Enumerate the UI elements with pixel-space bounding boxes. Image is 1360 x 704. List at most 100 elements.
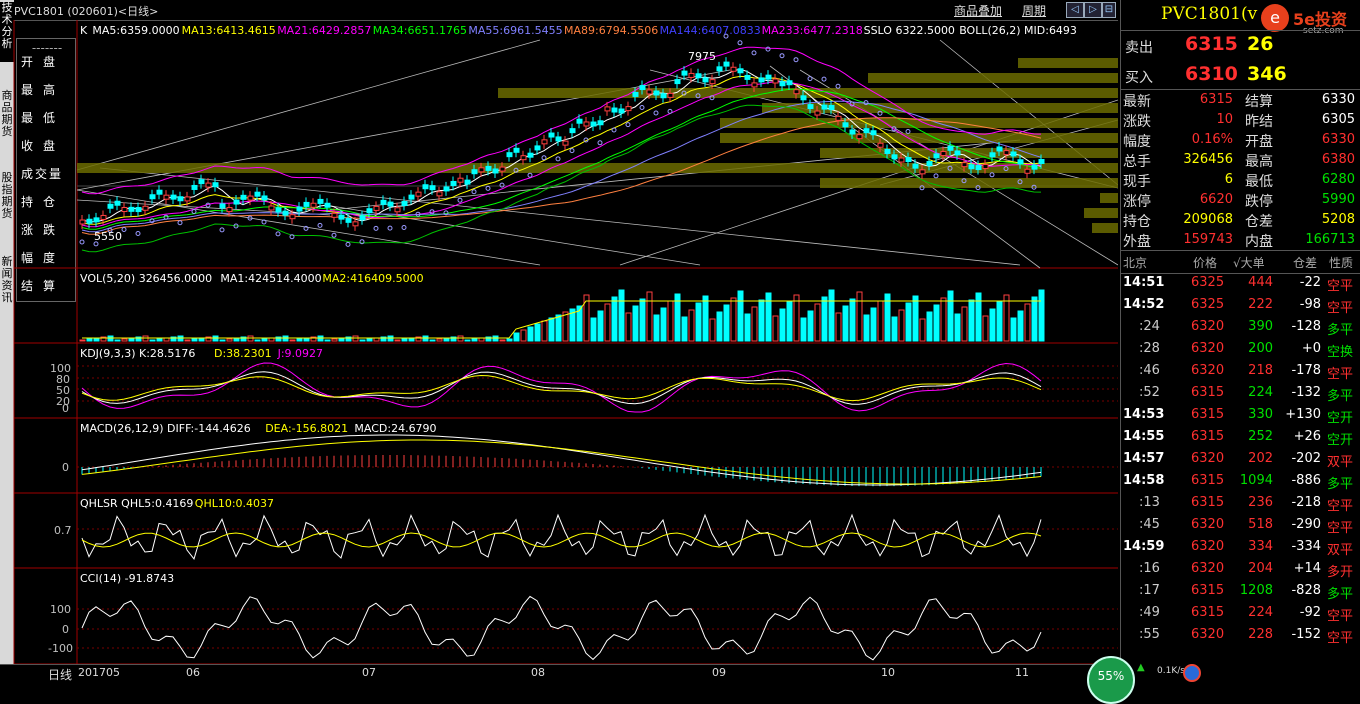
legend-item: K <box>80 24 88 37</box>
candle-body <box>191 184 198 190</box>
candle-body <box>940 151 947 157</box>
candle-body <box>891 154 898 160</box>
candle-body <box>100 214 107 220</box>
sar-dot <box>401 225 407 230</box>
sar-dot <box>639 105 645 110</box>
high-price-label: 7975 <box>688 50 716 63</box>
volume-bar <box>695 302 702 342</box>
candle-body <box>394 207 401 213</box>
chart-canvas[interactable]: K MA5:6359.0000 MA13:6413.4615 MA21:6429.28… <box>0 0 1118 681</box>
trend-line <box>76 39 541 171</box>
tick-price: 6325 <box>1191 275 1225 290</box>
candle-body <box>380 199 387 205</box>
candle-body <box>478 167 485 173</box>
volume-profile-band <box>820 148 1118 158</box>
volume-bar <box>436 338 443 342</box>
sar-dot <box>653 110 659 116</box>
tick-header-oi-change: 仓差 <box>1293 256 1318 270</box>
candle-body <box>695 73 702 79</box>
stat-value: 5990 <box>1321 192 1355 207</box>
sar-dot <box>569 148 575 154</box>
stat-label: 涨停 <box>1123 194 1151 210</box>
stat-row: 最新 6315 结算 6330 <box>1121 90 1360 110</box>
volume-bar <box>114 339 121 342</box>
candle-body <box>254 191 261 197</box>
tick-header-volume[interactable]: √大单 <box>1233 254 1265 271</box>
candle-body <box>639 85 646 91</box>
volume-profile-band <box>1018 58 1118 68</box>
sar-dot <box>835 83 841 89</box>
volume-bar <box>562 311 569 342</box>
candle-body <box>646 89 653 95</box>
legend-item: SSLO 6322.5000 <box>864 24 955 37</box>
candle-body <box>954 150 961 156</box>
candle-body <box>849 129 856 135</box>
candle-body <box>618 108 625 114</box>
volume-bar <box>1017 310 1024 342</box>
volume-bar <box>583 294 590 342</box>
tick-time: :49 <box>1139 605 1160 620</box>
volume-bar <box>639 298 646 342</box>
sar-dot <box>373 225 379 231</box>
status-area: 55% ▲ 0.1K/s <box>1087 656 1360 704</box>
tick-price: 6320 <box>1191 341 1225 356</box>
tick-time: 14:58 <box>1123 473 1165 488</box>
stat-value: 6 <box>1224 172 1233 187</box>
candle-body <box>527 152 534 158</box>
candle-body <box>576 118 583 124</box>
tick-header-nature: 性质 <box>1329 256 1354 270</box>
volume-bar <box>947 290 954 342</box>
stat-label: 外盘 <box>1123 234 1151 250</box>
volume-bar <box>688 309 695 342</box>
volume-bar <box>975 292 982 342</box>
sar-dot <box>471 189 477 195</box>
stat-label: 最高 <box>1245 154 1273 170</box>
sar-dot <box>387 225 393 231</box>
legend-item: MA1:424514.4000 <box>220 272 321 285</box>
candle-body <box>681 70 688 76</box>
tick-price: 6315 <box>1191 583 1225 598</box>
volume-bar <box>681 316 688 342</box>
legend-item: MA21:6429.2857 <box>277 24 371 37</box>
sar-dot <box>135 231 141 236</box>
tick-oi-change: -132 <box>1291 385 1321 400</box>
volume-bar <box>961 306 968 342</box>
volume-bar <box>702 295 709 342</box>
tick-oi-change: +0 <box>1301 341 1321 356</box>
legend-item: MA34:6651.1765 <box>373 24 467 37</box>
browser-icon[interactable] <box>1183 664 1201 682</box>
volume-bar <box>765 292 772 342</box>
candle-body <box>310 202 317 208</box>
candle-body <box>436 191 443 197</box>
sar-dot <box>779 53 785 59</box>
tick-time: :52 <box>1139 385 1160 400</box>
candle-body <box>345 217 352 223</box>
qhl5-line <box>81 513 1042 560</box>
candle-body <box>184 196 191 202</box>
tick-list[interactable]: 14:51 6325 444 -22 空平 14:52 6325 222 -98 空平:24 632… <box>1121 272 1360 652</box>
tick-volume: 204 <box>1248 561 1273 576</box>
volume-bar <box>1010 317 1017 342</box>
candle-body <box>226 207 233 213</box>
volume-bar <box>625 312 632 342</box>
qhlsr-lines <box>81 513 1042 560</box>
candle-body <box>268 205 275 211</box>
volume-bar <box>1024 303 1031 342</box>
trend-line <box>76 189 541 266</box>
stat-label: 结算 <box>1245 94 1273 110</box>
candle-body <box>261 195 268 201</box>
legend-item: MA233:6477.2318 <box>762 24 863 37</box>
candle-body <box>422 184 429 190</box>
volume-bar <box>261 338 268 342</box>
tick-nature: 多平 <box>1327 323 1354 338</box>
sar-dot <box>527 172 533 178</box>
candle-body <box>779 81 786 87</box>
candle-body <box>219 203 226 209</box>
volume-bar <box>919 318 926 342</box>
volume-bar <box>758 299 765 342</box>
sar-dot <box>457 197 463 203</box>
tick-price: 6320 <box>1191 451 1225 466</box>
x-label-08: 08 <box>531 666 545 679</box>
memory-gauge[interactable]: 55% <box>1087 656 1135 704</box>
tick-volume: 1094 <box>1239 473 1273 488</box>
